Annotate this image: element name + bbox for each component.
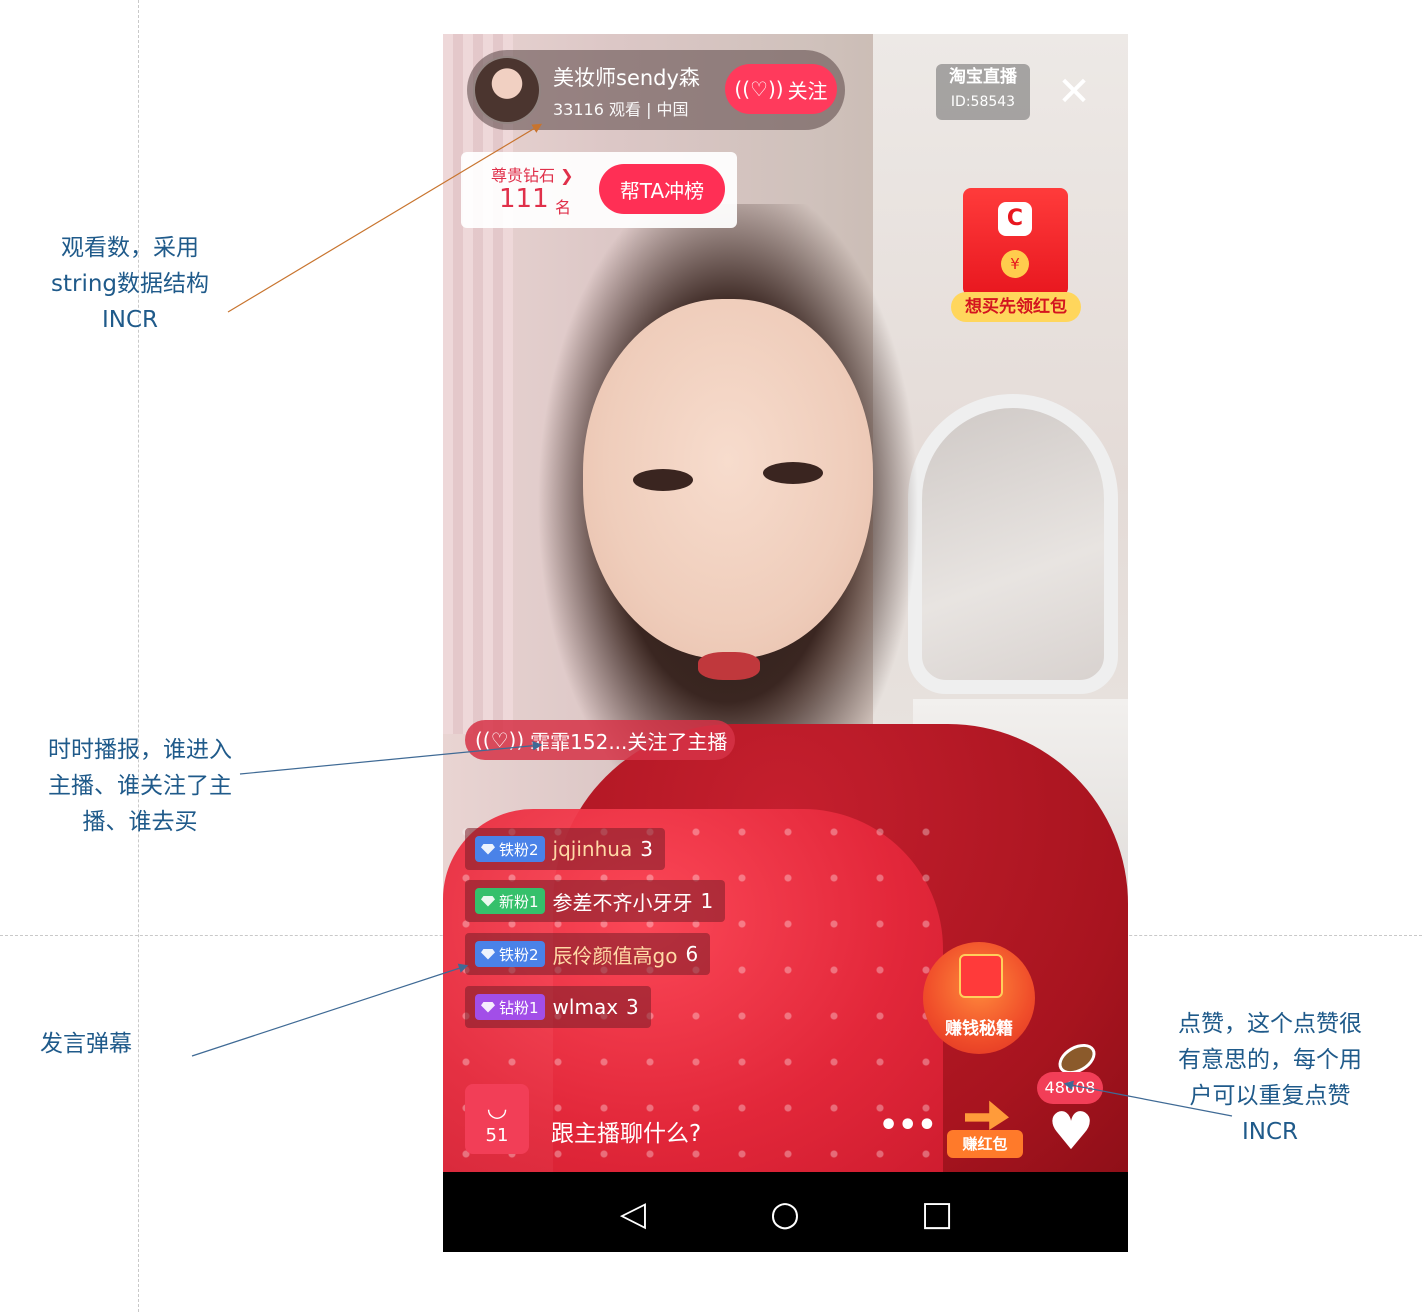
android-navigation-bar: ◁ ○ □ <box>443 1172 1128 1252</box>
more-icon[interactable]: ••• <box>879 1108 937 1143</box>
chat-count: 3 <box>640 837 653 861</box>
gem-icon <box>481 1001 495 1013</box>
room-id: ID:58543 <box>950 94 1016 110</box>
fan-badge: 铁粉2 <box>475 836 545 862</box>
follow-button-label: 关注 <box>787 78 828 103</box>
close-icon[interactable]: ✕ <box>1054 72 1094 112</box>
chat-username: wlmax <box>552 995 619 1019</box>
red-envelope-icon <box>959 954 1003 998</box>
coin-icon: ¥ <box>1001 250 1029 278</box>
fan-badge-label: 钻粉1 <box>499 998 539 1017</box>
recent-apps-icon[interactable]: □ <box>915 1192 959 1236</box>
earn-secret-label: 赚钱秘籍 <box>945 1019 1013 1039</box>
chat-message: 钻粉1 wlmax 3 <box>465 986 651 1028</box>
views-annotation-line: 观看数，采用 <box>61 235 199 261</box>
likes-annotation-line: 户可以重复点赞 <box>1189 1083 1351 1109</box>
streamer-lips <box>698 652 760 680</box>
fan-badge-label: 铁粉2 <box>499 840 539 859</box>
chat-input[interactable]: 跟主播聊什么? <box>551 1114 701 1148</box>
streamer-eye <box>633 469 693 491</box>
chat-message: 铁粉2 辰伶颜值高go 6 <box>465 933 711 975</box>
chat-username: 参差不齐小牙牙 <box>552 890 693 915</box>
follow-broadcast-message: ((♡)) 霏霏152...关注了主播 <box>465 720 735 760</box>
gem-icon <box>481 843 495 855</box>
red-packet-promo[interactable]: C ¥ <box>963 188 1068 296</box>
earn-money-secret-button[interactable]: 赚钱秘籍 <box>923 942 1035 1054</box>
chat-username: 辰伶颜值高go <box>552 943 678 968</box>
shopping-bag-icon: ◡ <box>486 1094 508 1122</box>
rank-number: 111 <box>499 184 549 214</box>
gem-icon <box>481 948 495 960</box>
host-info-card[interactable]: 美妆师sendy森 33116 观看 | 中国 ((♡)) 关注 <box>467 50 845 130</box>
host-name: 美妆师sendy森 <box>553 66 700 90</box>
danmu-annotation-line: 发言弹幕 <box>40 1031 132 1057</box>
gem-icon <box>481 895 495 907</box>
danmu-annotation: 发言弹幕 <box>40 1026 160 1062</box>
vanity-mirror <box>908 394 1118 694</box>
fan-badge-label: 铁粉2 <box>499 945 539 964</box>
broadcast-icon: ((♡)) <box>734 77 784 101</box>
danmu-arrow <box>191 963 469 1057</box>
earn-red-packet-button[interactable]: 赚红包 <box>947 1088 1023 1160</box>
likes-annotation-line: 有意思的，每个用 <box>1178 1047 1362 1073</box>
viewer-count: 33116 观看 | 中国 <box>553 100 689 119</box>
fan-badge: 新粉1 <box>475 888 545 914</box>
broadcast-annotation-line: 时时播报，谁进入 <box>48 737 232 763</box>
views-annotation: 观看数，采用 string数据结构 INCR <box>20 230 240 338</box>
curtain-background <box>443 34 513 734</box>
share-arrow-icon <box>965 1100 1009 1130</box>
chat-username: jqjinhua <box>552 837 633 861</box>
streamer-face <box>583 299 873 659</box>
diagram-canvas: 观看数，采用 string数据结构 INCR 时时播报，谁进入 主播、谁关注了主… <box>0 0 1422 1312</box>
streamer-eye <box>763 462 823 484</box>
red-packet-label[interactable]: 想买先领红包 <box>951 292 1081 322</box>
broadcast-icon: ((♡)) <box>475 728 525 752</box>
rank-unit: 名 <box>555 198 572 217</box>
avatar[interactable] <box>473 56 541 124</box>
rank-label: 尊贵钻石 ❯ <box>491 166 574 185</box>
chat-message: 铁粉2 jqjinhua 3 <box>465 828 665 870</box>
home-icon[interactable]: ○ <box>763 1192 807 1236</box>
fan-badge-label: 新粉1 <box>499 892 539 911</box>
like-count: 48608 <box>1037 1072 1103 1104</box>
boost-rank-button[interactable]: 帮TA冲榜 <box>599 164 725 214</box>
chat-count: 3 <box>626 995 639 1019</box>
platform-badge: 淘宝直播 ID:58543 <box>936 64 1030 120</box>
earn-red-packet-label: 赚红包 <box>947 1130 1023 1158</box>
taobao-live-icon: C <box>998 202 1032 236</box>
chat-count: 1 <box>700 889 714 913</box>
broadcast-annotation-line: 播、谁去买 <box>82 809 198 835</box>
heart-icon[interactable]: ♥ <box>1043 1106 1099 1158</box>
platform-title: 淘宝直播 <box>949 67 1017 87</box>
fan-badge: 钻粉1 <box>475 994 545 1020</box>
likes-annotation: 点赞，这个点赞很 有意思的，每个用 户可以重复点赞 INCR <box>1150 1006 1390 1150</box>
broadcast-annotation-line: 主播、谁关注了主 <box>48 773 232 799</box>
fan-badge: 铁粉2 <box>475 941 545 967</box>
back-icon[interactable]: ◁ <box>611 1192 655 1236</box>
views-annotation-line: INCR <box>101 307 159 333</box>
views-annotation-line: string数据结构 <box>50 271 210 297</box>
broadcast-annotation: 时时播报，谁进入 主播、谁关注了主 播、谁去买 <box>30 732 250 840</box>
vertical-guide-line <box>138 0 139 1312</box>
chat-count: 6 <box>685 942 699 966</box>
likes-annotation-line: INCR <box>1241 1119 1299 1145</box>
product-count: 51 <box>485 1125 509 1146</box>
likes-annotation-line: 点赞，这个点赞很 <box>1178 1011 1362 1037</box>
rank-card[interactable]: 尊贵钻石 ❯ 111 名 帮TA冲榜 <box>461 152 737 228</box>
broadcast-text: 霏霏152...关注了主播 <box>530 729 728 754</box>
shopping-bag-button[interactable]: ◡ 51 <box>465 1084 529 1154</box>
phone-screen: 美妆师sendy森 33116 观看 | 中国 ((♡)) 关注 淘宝直播 ID… <box>443 34 1128 1252</box>
follow-button[interactable]: ((♡)) 关注 <box>725 64 837 114</box>
chat-message: 新粉1 参差不齐小牙牙 1 <box>465 880 726 922</box>
